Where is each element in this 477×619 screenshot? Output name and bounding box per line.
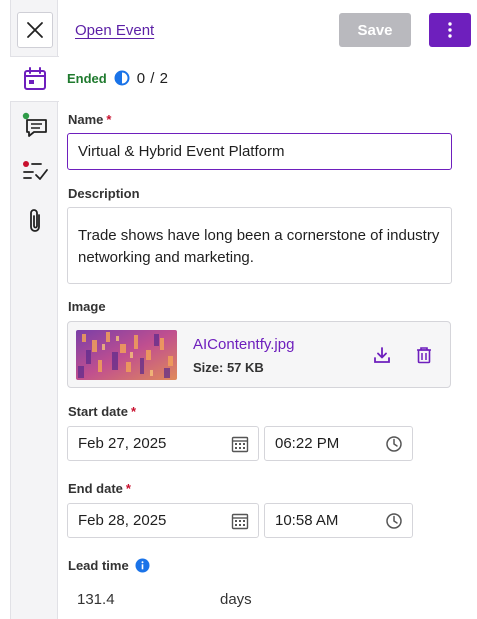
image-attachment-card: AIContentfy.jpg Size: 57 KB [67, 321, 451, 388]
calendar-grid-icon[interactable] [231, 512, 249, 530]
description-text: Trade shows have long been a cornerstone… [78, 227, 440, 266]
clock-icon[interactable] [385, 512, 403, 530]
end-date-value: Feb 28, 2025 [78, 512, 167, 529]
status-row: Ended 0 / 2 [67, 68, 168, 88]
delete-image-button[interactable] [413, 344, 435, 366]
name-label-text: Name [68, 112, 104, 127]
tab-comments[interactable] [17, 107, 53, 143]
required-mark: * [125, 481, 131, 496]
description-label: Description [68, 186, 140, 201]
end-date-label-text: End date [68, 481, 123, 496]
save-button[interactable]: Save [339, 13, 411, 47]
progress-half-circle-icon [114, 70, 130, 86]
start-date-label-text: Start date [68, 404, 128, 419]
end-time-value: 10:58 AM [275, 512, 339, 529]
end-date-label: End date * [68, 481, 131, 496]
lead-time-unit: days [220, 591, 252, 608]
download-button[interactable] [371, 344, 393, 366]
calendar-icon [24, 67, 46, 90]
tab-event-details[interactable] [17, 61, 53, 97]
start-time-value: 06:22 PM [275, 435, 340, 452]
tab-attachments[interactable] [17, 203, 53, 239]
kebab-menu-icon [448, 22, 452, 38]
required-mark: * [106, 112, 112, 127]
start-date-input[interactable]: Feb 27, 2025 [67, 426, 259, 461]
paperclip-icon [30, 209, 40, 232]
required-mark: * [130, 404, 137, 419]
name-label: Name * [68, 112, 111, 127]
start-date-value: Feb 27, 2025 [78, 435, 167, 452]
calendar-grid-icon[interactable] [231, 435, 249, 453]
lead-time-label-text: Lead time [68, 558, 129, 573]
event-detail-panel: Open Event Save Ended 0 / 2 Name* Descri… [58, 0, 477, 619]
image-file-size: Size: 57 KB [193, 360, 264, 375]
image-file-name[interactable]: AIContentfy.jpg [193, 336, 294, 353]
lead-time-value: 131.4 [77, 591, 115, 608]
more-actions-button[interactable] [429, 13, 471, 47]
image-thumbnail-graphic [76, 330, 177, 380]
status-badge: Ended [67, 70, 107, 86]
trash-icon [417, 347, 431, 364]
image-thumbnail[interactable] [76, 330, 177, 380]
start-time-input[interactable]: 06:22 PM [264, 426, 413, 461]
checklist-icon [23, 161, 48, 180]
save-button-label: Save [357, 21, 393, 39]
start-date-label: Start date * [68, 404, 136, 419]
end-time-input[interactable]: 10:58 AM [264, 503, 413, 538]
download-icon [374, 347, 390, 363]
task-progress: 0 / 2 [136, 69, 169, 87]
close-icon [27, 22, 43, 38]
lead-time-label: Lead time [68, 558, 150, 573]
comments-icon [22, 112, 47, 137]
close-button[interactable] [17, 12, 53, 48]
clock-icon[interactable] [385, 435, 403, 453]
open-event-link[interactable]: Open Event [75, 22, 154, 39]
end-date-input[interactable]: Feb 28, 2025 [67, 503, 259, 538]
image-label: Image [68, 299, 106, 314]
name-input[interactable] [67, 133, 452, 170]
info-icon[interactable] [135, 558, 150, 573]
tab-checklist[interactable] [17, 153, 53, 189]
side-rail [10, 0, 59, 619]
description-textarea[interactable]: Trade shows have long been a cornerstone… [67, 207, 452, 284]
